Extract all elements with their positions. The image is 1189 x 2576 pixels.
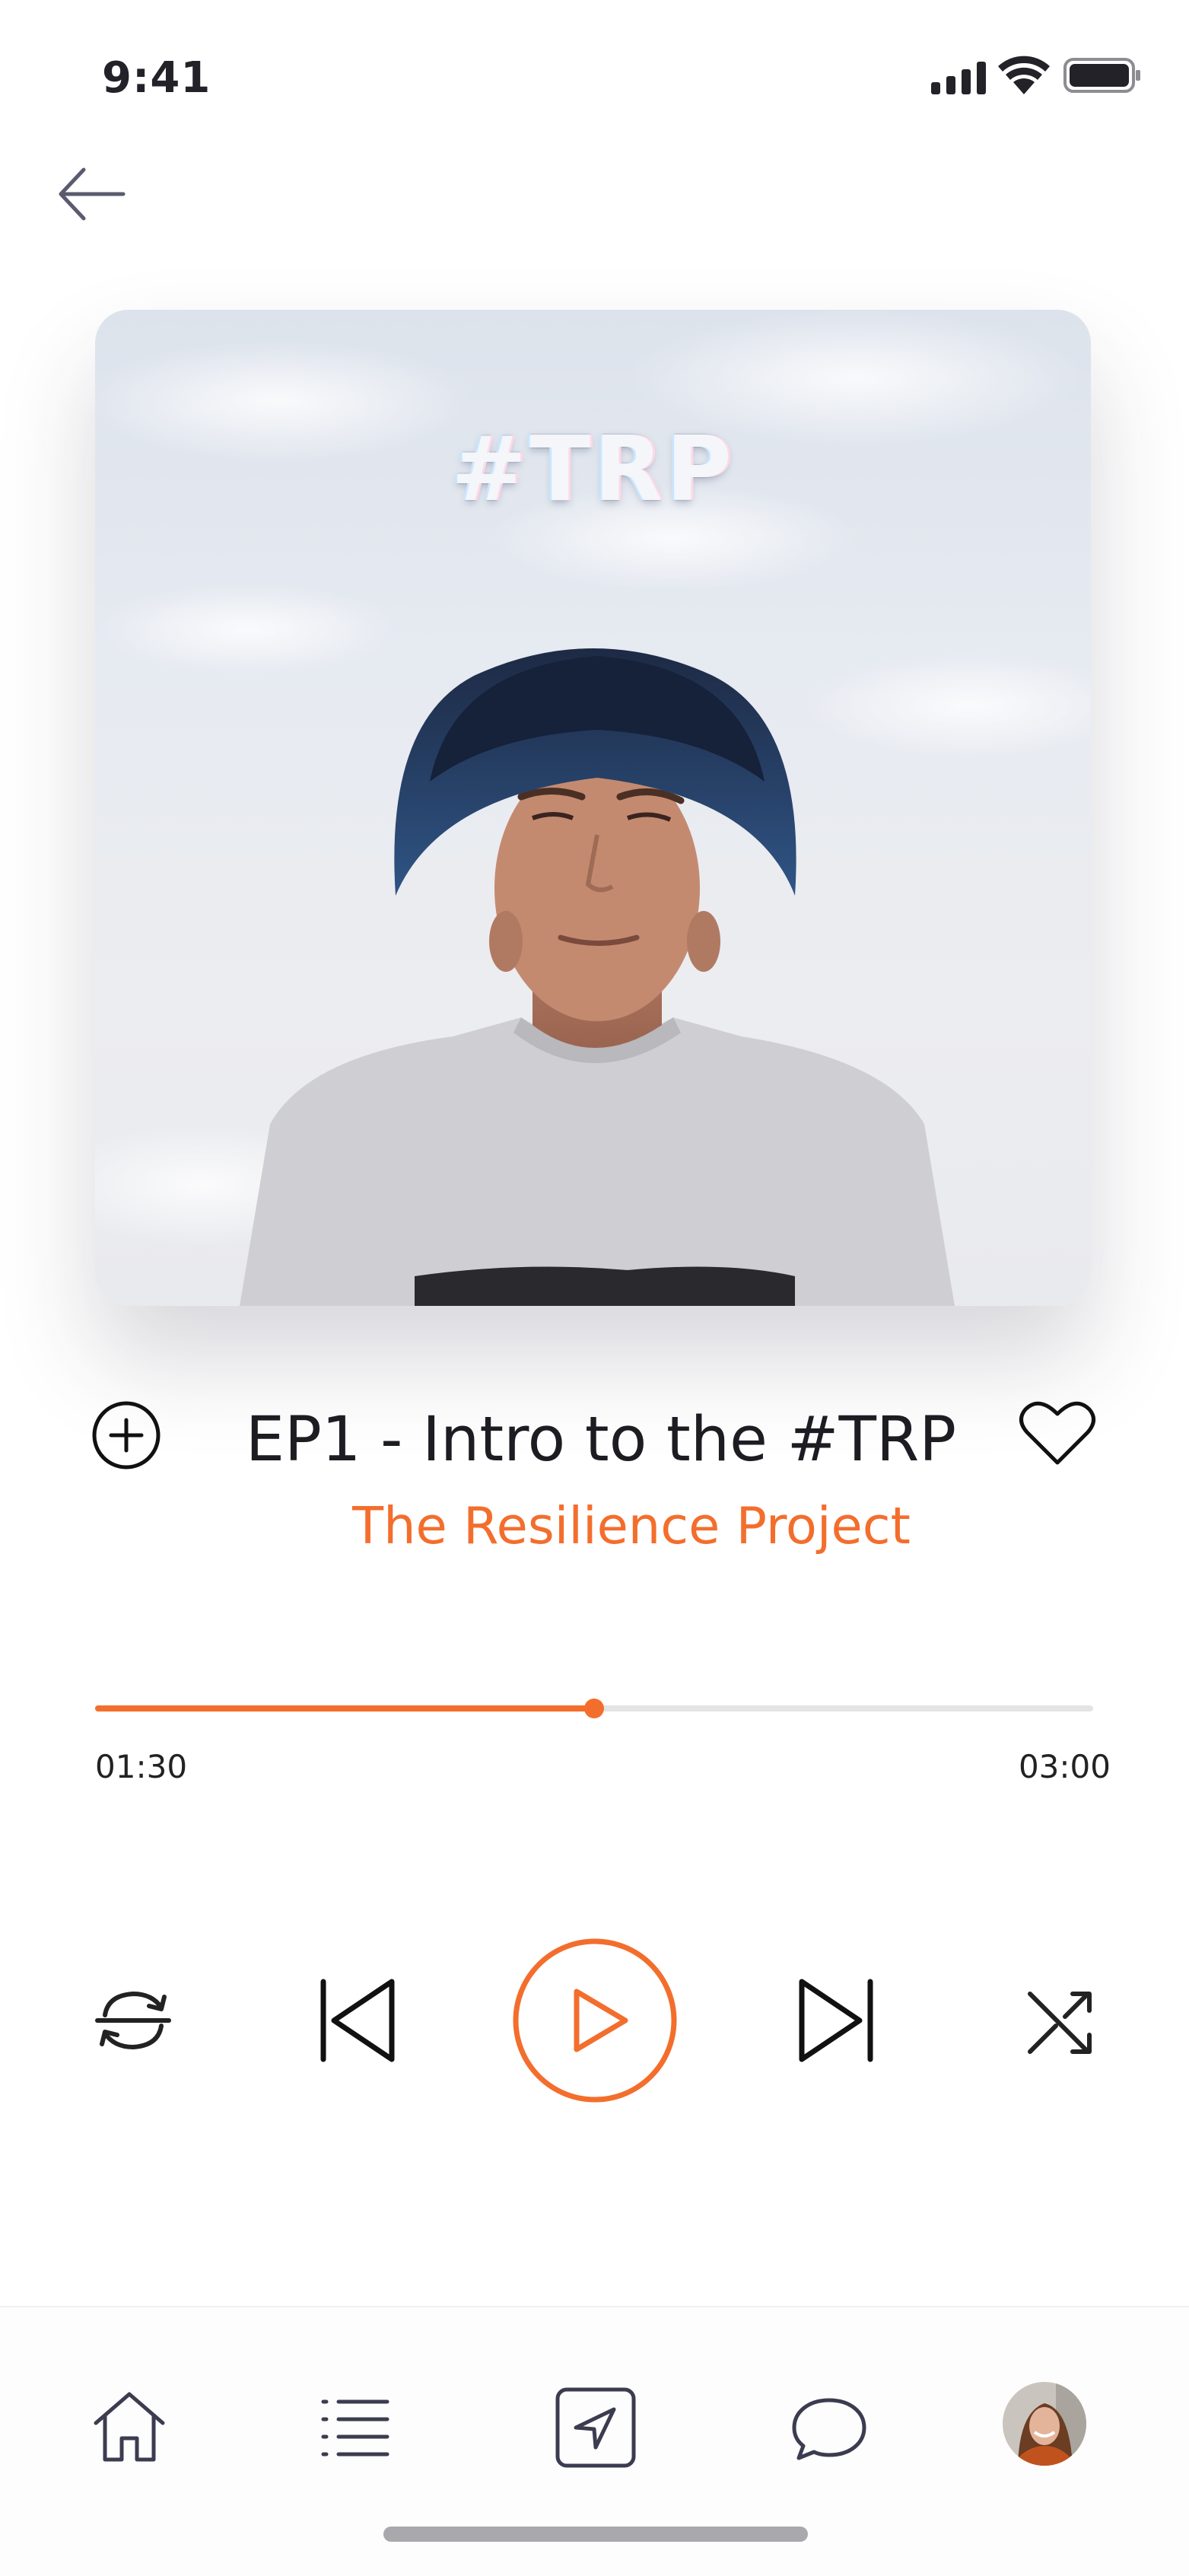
nav-list[interactable] <box>308 2382 399 2473</box>
album-artwork: #TRP <box>95 310 1091 1306</box>
skip-back-icon <box>320 1979 395 2062</box>
nav-messages[interactable] <box>784 2382 875 2473</box>
chat-icon <box>792 2398 866 2460</box>
repeat-button[interactable] <box>91 1979 175 2062</box>
repeat-icon <box>95 1992 171 2049</box>
list-icon <box>321 2399 389 2457</box>
wifi-icon <box>998 56 1050 94</box>
previous-button[interactable] <box>308 1973 404 2068</box>
like-button[interactable] <box>1018 1397 1097 1469</box>
status-time: 9:41 <box>102 53 211 103</box>
time-duration: 03:00 <box>1018 1748 1111 1785</box>
add-to-playlist-button[interactable] <box>90 1399 163 1472</box>
nav-discover[interactable] <box>550 2382 641 2473</box>
profile-photo <box>1003 2382 1086 2466</box>
arrow-left-icon <box>59 167 126 221</box>
back-button[interactable] <box>53 156 129 232</box>
time-elapsed: 01:30 <box>95 1748 188 1785</box>
track-title: EP1 - Intro to the #TRP <box>245 1404 957 1476</box>
play-button[interactable] <box>511 1937 679 2104</box>
nav-home[interactable] <box>84 2382 175 2473</box>
track-artist[interactable]: The Resilience Project <box>190 1496 1073 1555</box>
status-icons <box>927 49 1143 102</box>
home-icon <box>94 2392 165 2462</box>
progress-handle[interactable] <box>584 1699 604 1718</box>
progress-bar[interactable] <box>95 1699 1093 1718</box>
shuffle-icon <box>1028 1992 1092 2054</box>
compass-icon <box>555 2387 636 2468</box>
heart-icon <box>1019 1401 1095 1465</box>
signal-icon <box>931 62 986 94</box>
bottom-nav <box>0 2306 1189 2576</box>
next-button[interactable] <box>790 1973 885 2068</box>
avatar[interactable] <box>1003 2382 1086 2466</box>
play-icon <box>513 1938 677 2103</box>
home-indicator <box>383 2527 808 2542</box>
progress-fill <box>95 1705 594 1711</box>
skip-forward-icon <box>799 1979 873 2062</box>
shuffle-button[interactable] <box>1019 1979 1103 2062</box>
artwork-overlay-text: #TRP <box>451 416 735 521</box>
plus-circle-icon <box>92 1401 161 1469</box>
battery-icon <box>1063 58 1140 93</box>
